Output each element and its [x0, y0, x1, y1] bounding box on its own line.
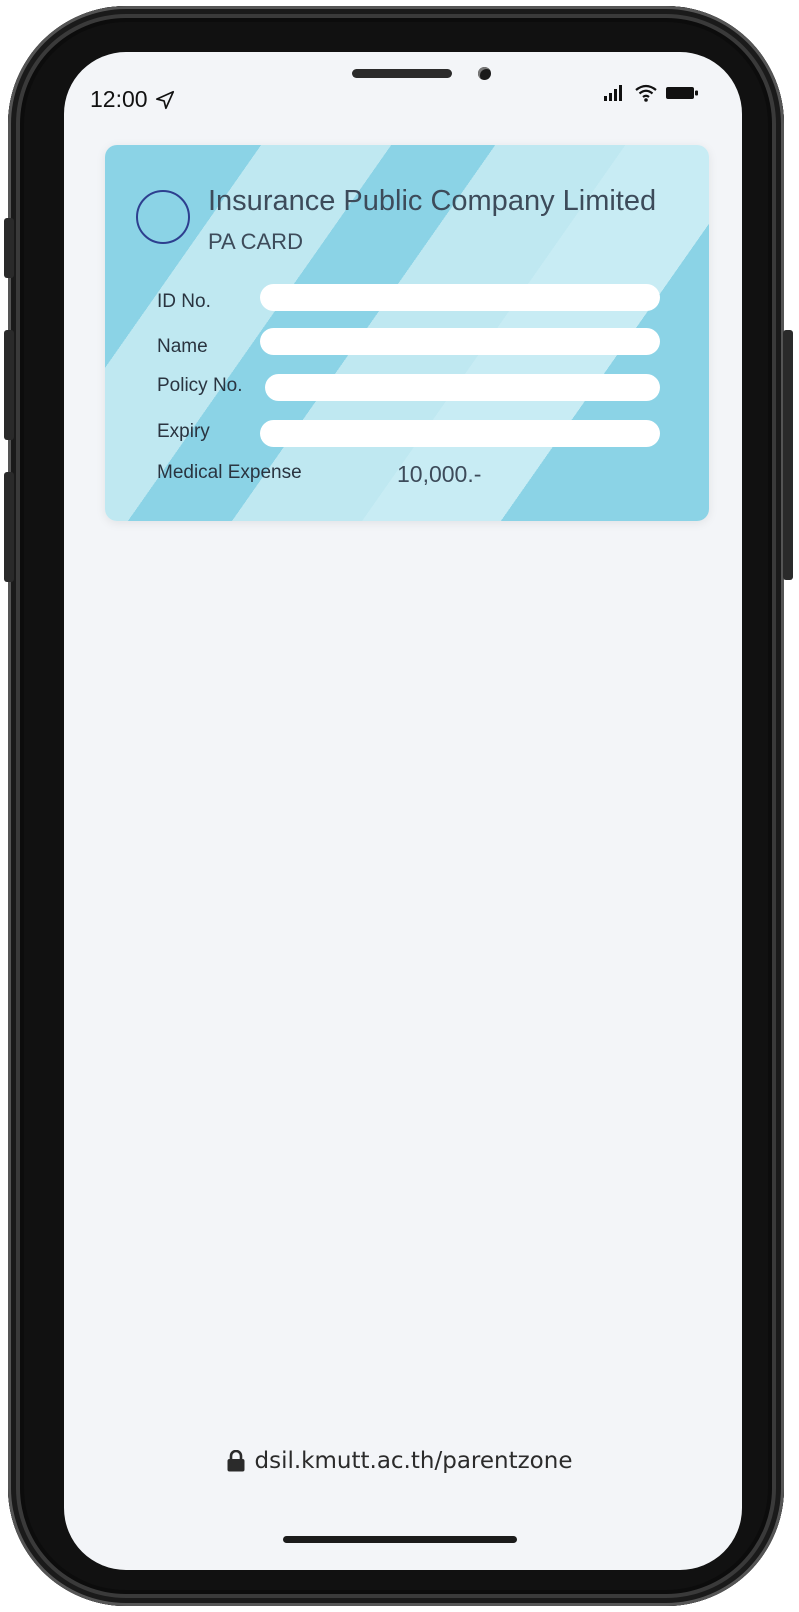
- power-button: [783, 330, 793, 580]
- cellular-signal-icon: [604, 85, 622, 101]
- speaker-grille: [352, 69, 452, 78]
- home-indicator[interactable]: [283, 1536, 517, 1543]
- wifi-icon: [635, 84, 657, 102]
- status-time: 12:00: [90, 86, 148, 112]
- policy-no-field: [265, 374, 660, 401]
- status-icons: [604, 84, 698, 102]
- volume-down-button: [4, 472, 14, 582]
- id-no-field: [260, 284, 660, 311]
- name-label: Name: [157, 336, 208, 357]
- status-time-group: 12:00: [90, 86, 176, 113]
- medical-expense-label: Medical Expense: [157, 462, 302, 483]
- url-bar[interactable]: dsil.kmutt.ac.th/parentzone: [0, 1448, 799, 1474]
- id-no-label: ID No.: [157, 291, 211, 312]
- company-name: Insurance Public Company Limited: [208, 185, 657, 217]
- battery-icon: [666, 87, 698, 99]
- mute-switch: [4, 218, 14, 278]
- location-arrow-icon: [155, 90, 174, 109]
- card-type: PA CARD: [208, 229, 303, 254]
- medical-expense-value: 10,000.-: [397, 461, 482, 487]
- expiry-label: Expiry: [157, 421, 210, 442]
- url-text: dsil.kmutt.ac.th/parentzone: [254, 1448, 573, 1474]
- lock-icon: [227, 1450, 244, 1472]
- pa-card[interactable]: Insurance Public Company Limited PA CARD…: [105, 145, 709, 521]
- name-field: [260, 328, 660, 355]
- company-logo-circle: [136, 190, 190, 244]
- front-camera: [478, 67, 491, 80]
- volume-up-button: [4, 330, 14, 440]
- policy-no-label: Policy No.: [157, 375, 243, 396]
- expiry-field: [260, 420, 660, 447]
